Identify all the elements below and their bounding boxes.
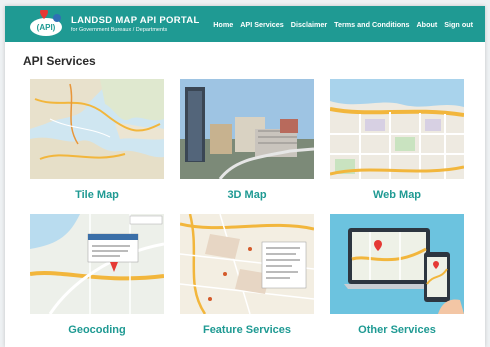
3d-map-thumbnail[interactable] xyxy=(180,79,314,179)
geocoding-label[interactable]: Geocoding xyxy=(30,324,164,336)
portal-title: LANDSD MAP API PORTAL xyxy=(71,15,200,26)
web-map-label[interactable]: Web Map xyxy=(330,189,464,201)
header-bar: (API) LANDSD MAP API PORTAL for Governme… xyxy=(5,6,485,42)
nav-home[interactable]: Home xyxy=(213,20,233,29)
other-services-thumbnail[interactable] xyxy=(330,214,464,314)
feature-services-label[interactable]: Feature Services xyxy=(180,324,314,336)
page-title: API Services xyxy=(23,54,96,68)
api-logo-icon: (API) xyxy=(30,10,62,36)
nav-api-services[interactable]: API Services xyxy=(240,20,284,29)
geocoding-thumbnail[interactable] xyxy=(30,214,164,314)
top-nav: Home API Services Disclaimer Terms and C… xyxy=(206,20,473,29)
svg-text:(API): (API) xyxy=(37,23,56,32)
feature-services-thumbnail[interactable] xyxy=(180,214,314,314)
3d-map-label[interactable]: 3D Map xyxy=(180,189,314,201)
nav-disclaimer[interactable]: Disclaimer xyxy=(291,20,327,29)
other-services-label[interactable]: Other Services xyxy=(330,324,464,336)
tile-map-thumbnail[interactable] xyxy=(30,79,164,179)
nav-terms[interactable]: Terms and Conditions xyxy=(334,20,409,29)
portal-window: (API) LANDSD MAP API PORTAL for Governme… xyxy=(5,6,485,347)
nav-about[interactable]: About xyxy=(416,20,437,29)
nav-sign-out[interactable]: Sign out xyxy=(444,20,473,29)
tile-map-label[interactable]: Tile Map xyxy=(30,189,164,201)
web-map-thumbnail[interactable] xyxy=(330,79,464,179)
portal-subtitle: for Government Bureaux / Departments xyxy=(71,27,168,33)
